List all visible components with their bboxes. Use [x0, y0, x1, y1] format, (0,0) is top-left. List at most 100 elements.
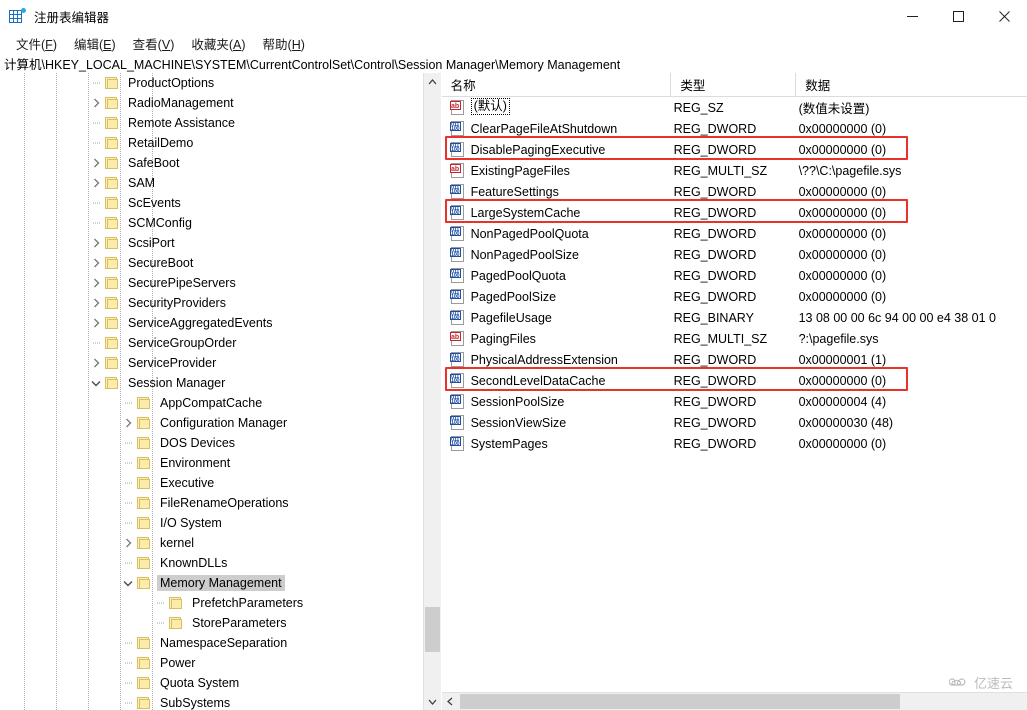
tree-item-serviceprovider[interactable]: ServiceProvider — [0, 353, 441, 373]
menu-item-help[interactable]: 帮助(H) — [255, 32, 314, 55]
tree-leaf-connector — [120, 393, 136, 413]
value-row[interactable]: 011100FeatureSettingsREG_DWORD0x00000000… — [442, 181, 1027, 202]
chevron-right-icon[interactable] — [88, 173, 104, 193]
folder-icon — [136, 696, 152, 710]
tree-item-scsiport[interactable]: ScsiPort — [0, 233, 441, 253]
menu-label-view: 查看( — [133, 38, 162, 52]
value-row[interactable]: 011100SystemPagesREG_DWORD0x00000000 (0) — [442, 433, 1027, 454]
menu-item-file[interactable]: 文件(F) — [8, 32, 66, 55]
tree-item-filerenameoperations[interactable]: FileRenameOperations — [0, 493, 441, 513]
column-header-name[interactable]: 名称 — [442, 73, 672, 96]
address-bar[interactable]: 计算机\HKEY_LOCAL_MACHINE\SYSTEM\CurrentCon… — [0, 54, 1027, 74]
tree-item-kernel[interactable]: kernel — [0, 533, 441, 553]
value-row[interactable]: 011100SecondLevelDataCacheREG_DWORD0x000… — [442, 370, 1027, 391]
tree-item-securepipeservers[interactable]: SecurePipeServers — [0, 273, 441, 293]
chevron-right-icon[interactable] — [88, 93, 104, 113]
tree-leaf-connector — [88, 113, 104, 133]
column-header-type[interactable]: 类型 — [671, 73, 796, 96]
chevron-right-icon[interactable] — [88, 153, 104, 173]
value-row[interactable]: 011100NonPagedPoolQuotaREG_DWORD0x000000… — [442, 223, 1027, 244]
tree-item-appcompatcache[interactable]: AppCompatCache — [0, 393, 441, 413]
chevron-down-icon[interactable] — [88, 373, 104, 393]
tree-item-prefetchparameters[interactable]: PrefetchParameters — [0, 593, 441, 613]
value-row[interactable]: 011100PagedPoolSizeREG_DWORD0x00000000 (… — [442, 286, 1027, 307]
tree-item-remote-assistance[interactable]: Remote Assistance — [0, 113, 441, 133]
chevron-right-icon[interactable] — [88, 293, 104, 313]
tree-item-scevents[interactable]: ScEvents — [0, 193, 441, 213]
value-data: 0x00000000 (0) — [798, 185, 1027, 199]
value-type: REG_SZ — [673, 101, 798, 115]
tree-item-sam[interactable]: SAM — [0, 173, 441, 193]
tree-item-knowndlls[interactable]: KnownDLLs — [0, 553, 441, 573]
tree-vertical-scrollbar[interactable] — [423, 73, 441, 710]
tree-item-configuration-manager[interactable]: Configuration Manager — [0, 413, 441, 433]
close-button[interactable] — [981, 0, 1027, 32]
value-type: REG_DWORD — [673, 395, 798, 409]
tree-item-quota-system[interactable]: Quota System — [0, 673, 441, 693]
tree-item-subsystems[interactable]: SubSystems — [0, 693, 441, 710]
tree-item-label: SAM — [125, 175, 158, 191]
tree-scroll-thumb[interactable] — [425, 607, 440, 652]
chevron-right-icon[interactable] — [88, 313, 104, 333]
value-row[interactable]: 011100SessionPoolSizeREG_DWORD0x00000004… — [442, 391, 1027, 412]
chevron-right-icon[interactable] — [88, 353, 104, 373]
value-row[interactable]: 011100LargeSystemCacheREG_DWORD0x0000000… — [442, 202, 1027, 223]
value-row[interactable]: abExistingPageFilesREG_MULTI_SZ\??\C:\pa… — [442, 160, 1027, 181]
column-header-data[interactable]: 数据 — [796, 73, 1027, 96]
tree-item-session-manager[interactable]: Session Manager — [0, 373, 441, 393]
list-scroll-thumb[interactable] — [460, 694, 900, 709]
tree-item-servicegrouporder[interactable]: ServiceGroupOrder — [0, 333, 441, 353]
tree-item-securityproviders[interactable]: SecurityProviders — [0, 293, 441, 313]
tree-item-power[interactable]: Power — [0, 653, 441, 673]
value-row[interactable]: 011100PhysicalAddressExtensionREG_DWORD0… — [442, 349, 1027, 370]
value-row[interactable]: 011100NonPagedPoolSizeREG_DWORD0x0000000… — [442, 244, 1027, 265]
tree-leaf-connector — [120, 473, 136, 493]
value-row[interactable]: 011100ClearPageFileAtShutdownREG_DWORD0x… — [442, 118, 1027, 139]
folder-icon — [104, 336, 120, 350]
tree-item-radiomanagement[interactable]: RadioManagement — [0, 93, 441, 113]
maximize-button[interactable] — [935, 0, 981, 32]
tree-item-productoptions[interactable]: ProductOptions — [0, 73, 441, 93]
minimize-button[interactable] — [889, 0, 935, 32]
chevron-right-icon[interactable] — [120, 533, 136, 553]
tree-item-i-o-system[interactable]: I/O System — [0, 513, 441, 533]
folder-icon — [104, 276, 120, 290]
tree-item-namespaceseparation[interactable]: NamespaceSeparation — [0, 633, 441, 653]
tree-item-label: Memory Management — [157, 575, 285, 591]
tree-item-storeparameters[interactable]: StoreParameters — [0, 613, 441, 633]
value-row[interactable]: ab(默认)REG_SZ(数值未设置) — [442, 97, 1027, 118]
tree-item-dos-devices[interactable]: DOS Devices — [0, 433, 441, 453]
value-row[interactable]: 011100PagedPoolQuotaREG_DWORD0x00000000 … — [442, 265, 1027, 286]
tree-item-environment[interactable]: Environment — [0, 453, 441, 473]
value-row[interactable]: 011100SessionViewSizeREG_DWORD0x00000030… — [442, 412, 1027, 433]
tree-scroll-up-button[interactable] — [424, 73, 441, 90]
chevron-right-icon[interactable] — [88, 273, 104, 293]
tree-item-executive[interactable]: Executive — [0, 473, 441, 493]
tree-item-label: Environment — [157, 455, 233, 471]
chevron-right-icon[interactable] — [120, 413, 136, 433]
tree-item-label: SecurePipeServers — [125, 275, 239, 291]
menu-item-favorites[interactable]: 收藏夹(A) — [183, 32, 254, 55]
tree-item-serviceaggregatedevents[interactable]: ServiceAggregatedEvents — [0, 313, 441, 333]
list-horizontal-scrollbar[interactable] — [442, 692, 1027, 710]
tree-item-safeboot[interactable]: SafeBoot — [0, 153, 441, 173]
value-name: LargeSystemCache — [471, 206, 585, 220]
chevron-right-icon[interactable] — [88, 253, 104, 273]
folder-icon — [104, 316, 120, 330]
value-row[interactable]: abPagingFilesREG_MULTI_SZ?:\pagefile.sys — [442, 328, 1027, 349]
key-tree[interactable]: ProductOptionsRadioManagementRemote Assi… — [0, 73, 441, 710]
tree-item-secureboot[interactable]: SecureBoot — [0, 253, 441, 273]
tree-item-scmconfig[interactable]: SCMConfig — [0, 213, 441, 233]
menu-item-view[interactable]: 查看(V) — [125, 32, 184, 55]
chevron-right-icon[interactable] — [88, 233, 104, 253]
tree-scroll-down-button[interactable] — [424, 693, 441, 710]
tree-item-retaildemo[interactable]: RetailDemo — [0, 133, 441, 153]
list-scroll-left-button[interactable] — [442, 693, 459, 710]
values-list[interactable]: ab(默认)REG_SZ(数值未设置)011100ClearPageFileAt… — [442, 97, 1027, 454]
value-row[interactable]: 011100PagefileUsageREG_BINARY13 08 00 00… — [442, 307, 1027, 328]
value-name: PagedPoolQuota — [471, 269, 570, 283]
chevron-down-icon[interactable] — [120, 573, 136, 593]
tree-item-memory-management[interactable]: Memory Management — [0, 573, 441, 593]
value-row[interactable]: 011100DisablePagingExecutiveREG_DWORD0x0… — [442, 139, 1027, 160]
menu-item-edit[interactable]: 编辑(E) — [66, 32, 125, 55]
